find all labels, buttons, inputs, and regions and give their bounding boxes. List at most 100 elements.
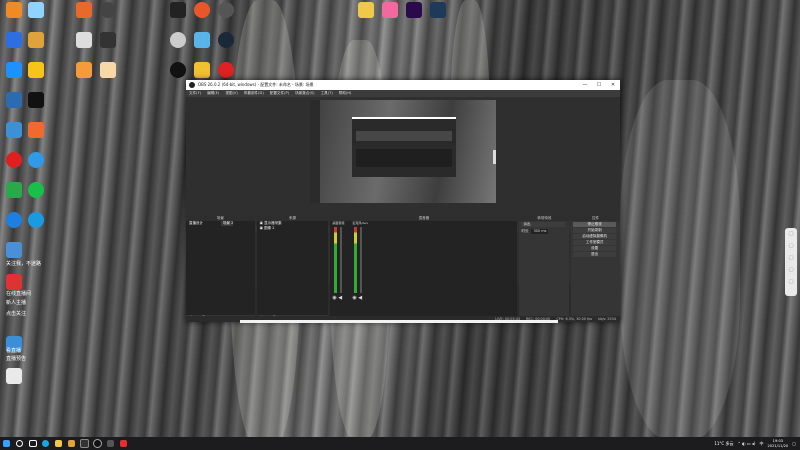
stop-streaming-button[interactable]: 停止推流 [573,222,616,227]
desktop-icon[interactable] [2,182,26,216]
desktop-icon[interactable] [2,152,26,186]
menu-bar: 文件(F) 编辑(E) 视图(V) 停靠部件(D) 配置文件(P) 场景集合(S… [186,90,620,97]
mixer-channel: 桌面音频 ◉ ◀ [332,221,345,301]
widget-button[interactable]: ◌ [785,264,797,276]
desktop-icon[interactable] [2,242,26,276]
taskbar-app-icon[interactable] [78,437,91,450]
maximize-button[interactable]: ☐ [592,82,606,88]
desktop-icon[interactable] [166,32,190,66]
menu-file[interactable]: 文件(F) [186,91,204,96]
desktop-icon[interactable] [214,32,238,66]
overlay-note: 关注我，不迷路 [6,261,42,267]
controls-dock: 控件 停止推流 开始录制 启动虚拟摄像机 工作室模式 设置 退出 [571,216,620,322]
studio-mode-button[interactable]: 工作室模式 [573,240,616,245]
close-button[interactable]: ✕ [606,82,620,88]
desktop-icon[interactable] [24,62,48,96]
desktop-icon[interactable] [24,92,48,126]
desktop-icon[interactable] [2,368,26,402]
weather-widget[interactable]: 11°C 多云 [714,441,733,447]
desktop-icon[interactable] [24,32,48,66]
taskbar-app-icon[interactable] [65,437,78,450]
menu-docks[interactable]: 停靠部件(D) [241,91,267,96]
overlay-note: 直播预告 [6,356,27,362]
taskbar-edge-icon[interactable] [39,437,52,450]
widget-button[interactable]: ◌ [785,228,797,240]
desktop-icon[interactable] [2,212,26,246]
speaker-icon[interactable]: ◉ ◀ [332,295,342,301]
source-item[interactable]: ▣ 图像 2 [257,226,329,231]
exit-button[interactable]: 退出 [573,252,616,257]
duration-input[interactable]: 300 ms [531,229,549,234]
widget-button[interactable]: ◌ [785,252,797,264]
desktop-icon[interactable] [72,62,96,96]
menu-view[interactable]: 视图(V) [222,91,240,96]
transition-select[interactable]: 淡出 [521,222,566,227]
scroll-indicator [240,320,558,323]
desktop-icon[interactable] [2,62,26,96]
dock-row: 场景 直播设计 场景 2 + — ⚙ ∧ ∨ 来源 ▣ 显示器采集 ▣ 图像 2… [186,216,620,322]
desktop-icon[interactable] [2,92,26,126]
obs-titlebar[interactable]: OBS 26.0.2 (64-bit, windows) - 配置文件: 未命名… [186,80,620,90]
taskbar-app-icon[interactable] [104,437,117,450]
desktop-icon[interactable] [72,32,96,66]
volume-slider[interactable] [340,227,343,293]
desktop-icon[interactable] [96,2,120,36]
bitrate-status: kb/s: 2534 [598,317,616,321]
menu-tools[interactable]: 工具(T) [318,91,336,96]
menu-edit[interactable]: 编辑(E) [204,91,222,96]
desktop-icon[interactable] [190,2,214,36]
nested-desktop-icons [310,100,320,203]
obs-window: OBS 26.0.2 (64-bit, windows) - 配置文件: 未命名… [186,80,620,322]
desktop-icon[interactable] [166,2,190,36]
widget-button[interactable]: ◌ [785,276,797,288]
desktop-icon[interactable] [96,62,120,96]
start-button[interactable] [0,437,13,450]
menu-help[interactable]: 帮助(H) [336,91,355,96]
taskbar-obs-icon[interactable] [91,437,104,450]
taskbar-app-icon[interactable] [117,437,130,450]
desktop-icon[interactable] [190,32,214,66]
settings-button[interactable]: 设置 [573,246,616,251]
desktop-icon[interactable] [2,32,26,66]
overlay-note: 点击关注 [6,311,27,317]
desktop-icon[interactable] [24,2,48,36]
speaker-icon[interactable]: ◉ ◀ [352,295,362,301]
nested-side-widget [493,150,496,164]
sources-dock: 来源 ▣ 显示器采集 ▣ 图像 2 + — ⚙ ∧ ∨ [256,216,329,322]
desktop-icon[interactable] [24,212,48,246]
desktop-icon[interactable] [2,2,26,36]
menu-profile[interactable]: 配置文件(P) [267,91,292,96]
search-icon[interactable] [13,437,26,450]
tray-icons[interactable]: ⌃ ◐ ▭ ◂) [737,441,755,446]
desktop-icon[interactable] [378,2,402,36]
scene-item[interactable]: 直播设计 场景 2 [186,221,255,226]
desktop-icon[interactable] [402,2,426,36]
overlay-note: 新人主播 [6,300,27,306]
widget-button[interactable]: ◌ [785,240,797,252]
desktop-icon[interactable] [96,32,120,66]
desktop-icon[interactable] [354,2,378,36]
desktop-icon[interactable] [72,2,96,36]
mixer-channel: 麦克风/Aux ◉ ◀ [352,221,369,301]
virtual-camera-button[interactable]: 启动虚拟摄像机 [573,234,616,239]
minimize-button[interactable]: — [578,82,592,88]
window-title: OBS 26.0.2 (64-bit, windows) - 配置文件: 未命名… [198,82,314,87]
floating-toolbar: ◌ ◌ ◌ ◌ ◌ [785,228,797,296]
volume-meter [354,227,358,293]
start-recording-button[interactable]: 开始录制 [573,228,616,233]
desktop-icon[interactable] [24,152,48,186]
desktop-icon[interactable] [24,182,48,216]
volume-meter [334,227,338,293]
notification-icon[interactable]: ▢ [792,441,796,446]
menu-scene-collection[interactable]: 场景集合(S) [292,91,317,96]
input-language[interactable]: 中 [760,441,764,447]
task-view-icon[interactable] [26,437,39,450]
clock[interactable]: 19:03 2021/11/20 [768,439,789,448]
desktop-icon[interactable] [426,2,450,36]
volume-slider[interactable] [360,227,363,293]
desktop-icon[interactable] [24,122,48,156]
desktop-icon[interactable] [2,122,26,156]
preview-canvas[interactable] [310,100,496,203]
taskbar-explorer-icon[interactable] [52,437,65,450]
desktop-icon[interactable] [214,2,238,36]
